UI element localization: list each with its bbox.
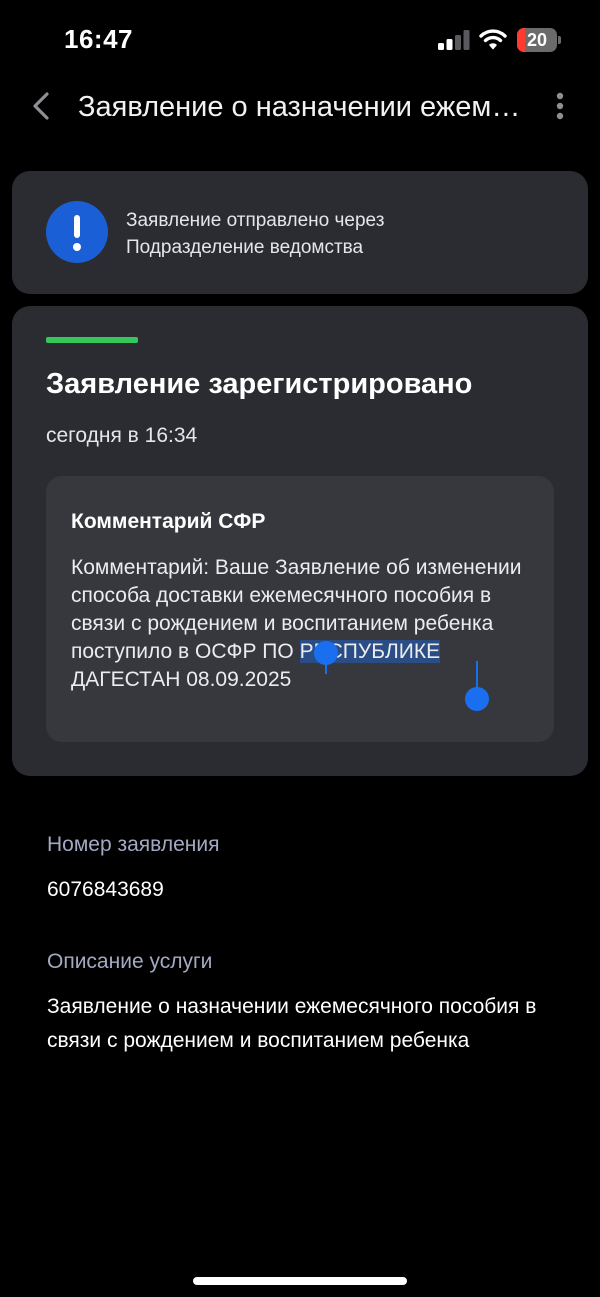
battery-level: 20 xyxy=(526,30,548,50)
application-number-label: Номер заявления xyxy=(47,833,220,856)
battery-icon: 20 xyxy=(517,28,557,52)
submission-info-card: Заявление отправлено через Подразделение… xyxy=(12,171,588,294)
status-bar: 16:47 20 xyxy=(0,0,600,80)
signal-bars-icon xyxy=(438,30,470,50)
sfr-comment-box: Комментарий СФР Комментарий: Ваше Заявле… xyxy=(46,476,554,742)
home-indicator[interactable] xyxy=(193,1277,407,1285)
application-number-value: 6076843689 xyxy=(47,878,164,901)
submission-info-line2: Подразделение ведомства xyxy=(126,237,364,258)
more-vertical-icon[interactable] xyxy=(548,90,572,124)
comment-text[interactable]: Комментарий: Ваше Заявление об изменении… xyxy=(71,554,541,694)
status-time: 16:47 xyxy=(64,24,133,54)
comment-text-after: ДАГЕСТАН 08.09.2025 xyxy=(71,668,292,691)
submission-info-line1: Заявление отправлено через xyxy=(126,210,385,231)
status-title: Заявление зарегистрировано xyxy=(46,368,473,400)
submission-info-text: Заявление отправлено через Подразделение… xyxy=(126,207,566,261)
battery-indicator: 20 xyxy=(517,28,561,52)
page-title: Заявление о назначении ежемесячного посо… xyxy=(78,91,530,123)
battery-cap xyxy=(558,36,561,44)
selection-start-handle[interactable] xyxy=(314,641,338,665)
status-progress-bar xyxy=(46,337,138,343)
application-details-screen: 16:47 20 Заявление о назначении ежемесяч… xyxy=(0,0,600,1297)
application-status-card: Заявление зарегистрировано сегодня в 16:… xyxy=(12,306,588,776)
service-description-value: Заявление о назначении ежемесячного посо… xyxy=(47,995,537,1052)
comment-title: Комментарий СФР xyxy=(71,510,266,533)
service-description-label: Описание услуги xyxy=(47,950,213,973)
comment-text-before: Комментарий: Ваше Заявление об изменении… xyxy=(71,556,522,663)
status-date: сегодня в 16:34 xyxy=(46,424,198,447)
back-chevron-icon[interactable] xyxy=(28,88,56,124)
selection-end-handle[interactable] xyxy=(465,687,489,711)
wifi-icon xyxy=(479,29,507,50)
exclamation-circle-icon xyxy=(46,201,108,263)
